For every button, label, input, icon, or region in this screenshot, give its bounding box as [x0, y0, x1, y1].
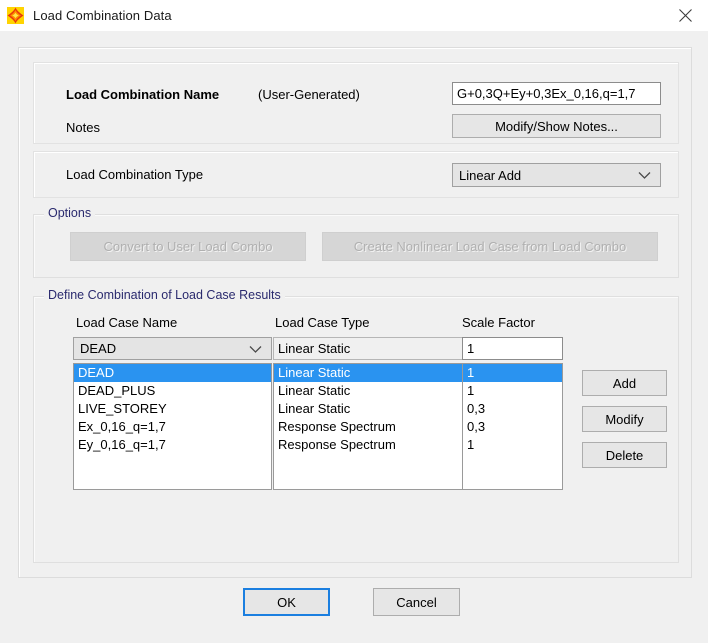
add-button[interactable]: Add	[582, 370, 667, 396]
chevron-down-icon	[249, 345, 262, 353]
load-case-type-row[interactable]: Linear Static	[274, 364, 462, 382]
dialog-outer-panel: Load Combination Name (User-Generated) G…	[18, 47, 692, 578]
dialog-body: Load Combination Name (User-Generated) G…	[0, 31, 708, 643]
scale-factor-row[interactable]: 1	[463, 364, 562, 382]
window-title: Load Combination Data	[33, 8, 172, 23]
load-case-type-list[interactable]: Linear Static Linear Static Linear Static R…	[273, 363, 463, 490]
modify-show-notes-button[interactable]: Modify/Show Notes...	[452, 114, 661, 138]
define-combination-caption: Define Combination of Load Case Results	[44, 288, 285, 302]
app-star-icon	[7, 7, 24, 24]
name-panel: Load Combination Name (User-Generated) G…	[33, 62, 679, 144]
define-combination-groupbox: Define Combination of Load Case Results …	[33, 288, 679, 563]
load-case-type-row[interactable]: Linear Static	[274, 400, 462, 418]
delete-button[interactable]: Delete	[582, 442, 667, 468]
load-case-name-row[interactable]: Ey_0,16_q=1,7	[74, 436, 271, 454]
scale-factor-row[interactable]: 0,3	[463, 400, 562, 418]
load-combination-type-value: Linear Add	[459, 167, 522, 183]
options-groupbox: Options Convert to User Load Combo Creat…	[33, 206, 679, 278]
cancel-button[interactable]: Cancel	[373, 588, 460, 616]
close-icon[interactable]	[662, 0, 708, 30]
convert-to-user-load-combo-button[interactable]: Convert to User Load Combo	[70, 232, 306, 261]
load-case-name-row[interactable]: Ex_0,16_q=1,7	[74, 418, 271, 436]
options-caption: Options	[44, 206, 96, 220]
chevron-down-icon	[638, 172, 651, 179]
column-header-load-case-type: Load Case Type	[275, 315, 370, 330]
load-case-name-select[interactable]: DEAD	[73, 337, 272, 360]
load-combination-type-select[interactable]: Linear Add	[452, 163, 661, 187]
load-case-name-list[interactable]: DEAD DEAD_PLUS LIVE_STOREY Ex_0,16_q=1,7 Ey_…	[73, 363, 272, 490]
user-generated-label: (User-Generated)	[258, 87, 360, 102]
load-case-type-row[interactable]: Response Spectrum	[274, 436, 462, 454]
load-case-type-display: Linear Static	[273, 337, 463, 360]
scale-factor-list[interactable]: 1 1 0,3 0,3 1	[462, 363, 563, 490]
load-case-type-row[interactable]: Response Spectrum	[274, 418, 462, 436]
title-bar: Load Combination Data	[0, 0, 708, 32]
load-case-name-row[interactable]: DEAD	[74, 364, 271, 382]
type-panel: Load Combination Type Linear Add	[33, 151, 679, 198]
load-case-type-row[interactable]: Linear Static	[274, 382, 462, 400]
app-star-icon-glyph	[7, 7, 24, 24]
ok-button[interactable]: OK	[243, 588, 330, 616]
notes-label: Notes	[66, 120, 100, 135]
scale-factor-row[interactable]: 1	[463, 382, 562, 400]
load-case-name-row[interactable]: LIVE_STOREY	[74, 400, 271, 418]
load-combination-name-input[interactable]: G+0,3Q+Ey+0,3Ex_0,16,q=1,7	[452, 82, 661, 105]
create-nonlinear-load-case-button[interactable]: Create Nonlinear Load Case from Load Com…	[322, 232, 658, 261]
column-header-load-case-name: Load Case Name	[76, 315, 178, 330]
load-combination-name-label: Load Combination Name	[66, 87, 220, 102]
scale-factor-input[interactable]: 1	[462, 337, 563, 360]
scale-factor-row[interactable]: 1	[463, 436, 562, 454]
load-case-name-value: DEAD	[80, 341, 117, 356]
modify-button[interactable]: Modify	[582, 406, 667, 432]
column-header-scale-factor: Scale Factor	[462, 315, 535, 330]
load-combination-type-label: Load Combination Type	[66, 167, 204, 182]
scale-factor-row[interactable]: 0,3	[463, 418, 562, 436]
close-icon-glyph	[678, 8, 692, 22]
load-case-name-row[interactable]: DEAD_PLUS	[74, 382, 271, 400]
